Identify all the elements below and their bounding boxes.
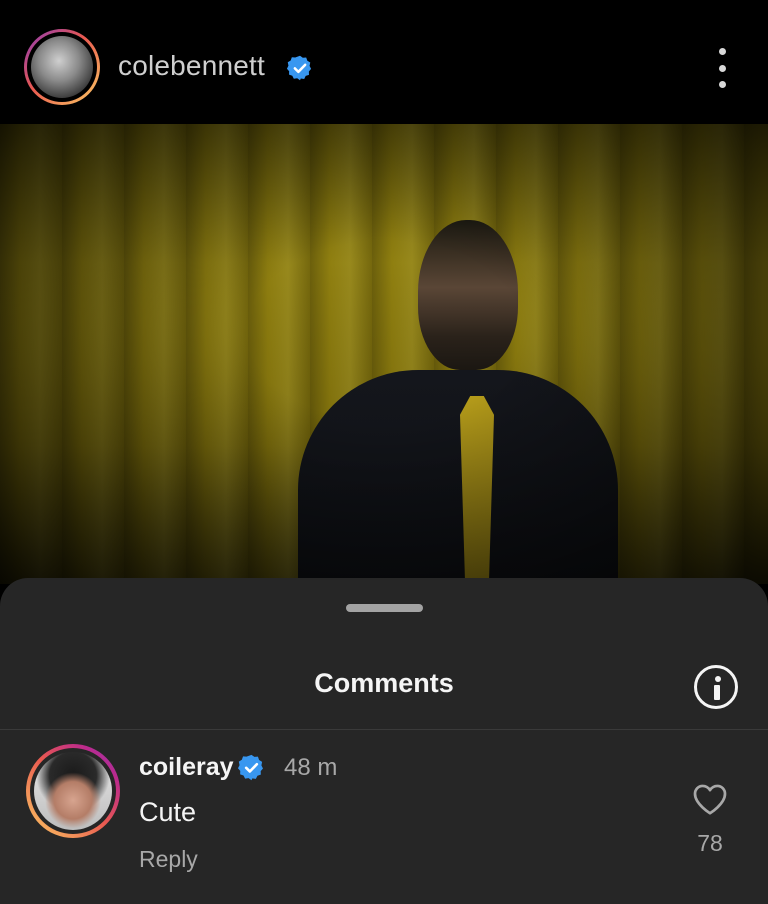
sheet-title: Comments [314,668,454,698]
sheet-drag-handle[interactable] [346,604,423,612]
author-username[interactable]: colebennett [118,50,265,82]
author-avatar-image [31,36,93,98]
sheet-divider [0,729,768,730]
post-video[interactable] [0,124,768,584]
comments-sheet: Comments coileray 48 m Cute Reply 78 [0,578,768,904]
verified-icon [286,55,312,81]
heart-icon[interactable] [692,782,728,816]
post-header: colebennett [0,0,768,124]
commenter-avatar-image [34,752,112,830]
comment-timestamp: 48 m [284,754,338,781]
commenter-username[interactable]: coileray [139,753,234,782]
commenter-avatar[interactable] [26,744,120,838]
reply-button[interactable]: Reply [139,846,198,873]
post-view: colebennett Comments coileray 48 m Cute … [0,0,768,904]
comment-text: Cute [139,797,197,827]
comment-like-count: 78 [697,830,723,856]
info-icon[interactable] [694,665,738,709]
verified-icon [237,754,263,781]
author-avatar[interactable] [24,29,100,105]
more-options-icon[interactable] [712,48,732,88]
